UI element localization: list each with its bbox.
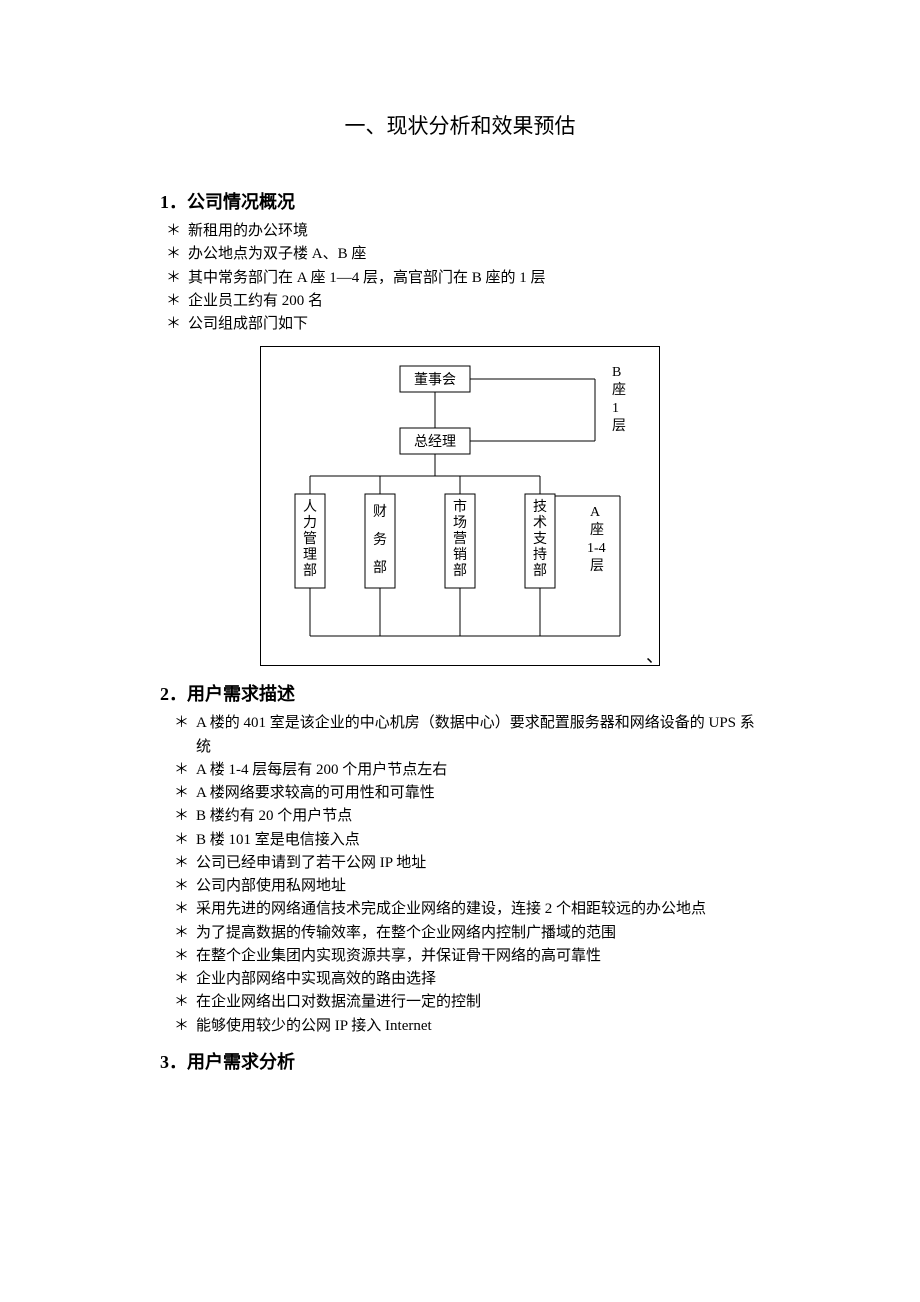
bullet-marker: ＊: [174, 805, 196, 828]
list-item: ＊企业内部网络中实现高效的路由选择: [174, 968, 760, 991]
svg-text:持: 持: [533, 547, 547, 563]
section-1-bullets: ＊新租用的办公环境 ＊办公地点为双子楼 A、B 座 ＊其中常务部门在 A 座 1…: [166, 220, 760, 336]
bullet-marker: ＊: [166, 220, 188, 243]
svg-text:座: 座: [612, 382, 626, 398]
svg-text:财: 财: [373, 504, 387, 520]
svg-text:1-4: 1-4: [587, 541, 606, 556]
list-item: ＊A 楼 1-4 层每层有 200 个用户节点左右: [174, 759, 760, 782]
bullet-marker: ＊: [174, 898, 196, 921]
svg-text:人: 人: [303, 499, 317, 515]
section-2-heading: 2．用户需求描述: [160, 680, 760, 706]
svg-text:A: A: [590, 505, 601, 520]
list-item: ＊为了提高数据的传输效率，在整个企业网络内控制广播域的范围: [174, 922, 760, 945]
list-item: ＊采用先进的网络通信技术完成企业网络的建设，连接 2 个相距较远的办公地点: [174, 898, 760, 921]
svg-text:销: 销: [453, 547, 467, 563]
section-2-bullets: ＊A 楼的 401 室是该企业的中心机房（数据中心）要求配置服务器和网络设备的 …: [174, 712, 760, 1038]
section-3-heading: 3．用户需求分析: [160, 1048, 760, 1074]
svg-text:管: 管: [303, 531, 317, 547]
bullet-marker: ＊: [166, 290, 188, 313]
bullet-marker: ＊: [174, 1015, 196, 1038]
bullet-marker: ＊: [174, 991, 196, 1014]
bullet-marker: ＊: [166, 243, 188, 266]
bullet-marker: ＊: [166, 267, 188, 290]
mark-tick: 、: [646, 642, 664, 668]
bullet-marker: ＊: [174, 968, 196, 991]
list-item: ＊B 楼 101 室是电信接入点: [174, 829, 760, 852]
svg-text:层: 层: [612, 419, 626, 434]
list-item: ＊能够使用较少的公网 IP 接入 Internet: [174, 1015, 760, 1038]
bullet-marker: ＊: [174, 922, 196, 945]
section-1-heading: 1．公司情况概况: [160, 188, 760, 214]
svg-text:场: 场: [453, 515, 467, 531]
list-item: ＊B 楼约有 20 个用户节点: [174, 805, 760, 828]
list-item: ＊公司已经申请到了若干公网 IP 地址: [174, 852, 760, 875]
list-item: ＊A 楼的 401 室是该企业的中心机房（数据中心）要求配置服务器和网络设备的 …: [174, 712, 760, 759]
svg-text:力: 力: [303, 515, 317, 531]
bullet-marker: ＊: [174, 829, 196, 852]
list-item: ＊在整个企业集团内实现资源共享，并保证骨干网络的高可靠性: [174, 945, 760, 968]
bullet-marker: ＊: [174, 759, 196, 782]
svg-text:层: 层: [590, 559, 604, 574]
svg-text:部: 部: [453, 563, 467, 579]
svg-text:市: 市: [453, 498, 467, 515]
bullet-marker: ＊: [174, 712, 196, 759]
bullet-marker: ＊: [166, 313, 188, 336]
svg-text:部: 部: [373, 560, 387, 576]
svg-text:技: 技: [533, 499, 547, 515]
diagram-label-b: B: [612, 365, 621, 380]
svg-text:营: 营: [453, 531, 467, 547]
svg-text:支: 支: [533, 531, 547, 547]
list-item: ＊企业员工约有 200 名: [166, 290, 760, 313]
list-item: ＊办公地点为双子楼 A、B 座: [166, 243, 760, 266]
list-item: ＊公司内部使用私网地址: [174, 875, 760, 898]
diagram-node-manager: 总经理: [414, 434, 456, 450]
svg-text:部: 部: [533, 563, 547, 579]
diagram-node-board: 董事会: [414, 372, 456, 388]
bullet-marker: ＊: [174, 852, 196, 875]
list-item: ＊其中常务部门在 A 座 1—4 层，高官部门在 B 座的 1 层: [166, 267, 760, 290]
document-page: 一、现状分析和效果预估 1．公司情况概况 ＊新租用的办公环境 ＊办公地点为双子楼…: [0, 0, 920, 1140]
org-diagram: 董事会 总经理 B 座 1 层: [160, 346, 760, 666]
bullet-marker: ＊: [174, 945, 196, 968]
list-item: ＊新租用的办公环境: [166, 220, 760, 243]
svg-text:务: 务: [373, 532, 387, 548]
list-item: ＊A 楼网络要求较高的可用性和可靠性: [174, 782, 760, 805]
svg-text:1: 1: [612, 401, 619, 416]
svg-text:术: 术: [533, 515, 547, 531]
bullet-marker: ＊: [174, 875, 196, 898]
page-title: 一、现状分析和效果预估: [160, 110, 760, 140]
svg-text:部: 部: [303, 563, 317, 579]
list-item: ＊公司组成部门如下: [166, 313, 760, 336]
svg-text:座: 座: [590, 522, 604, 538]
svg-text:理: 理: [303, 548, 317, 563]
bullet-marker: ＊: [174, 782, 196, 805]
list-item: ＊在企业网络出口对数据流量进行一定的控制: [174, 991, 760, 1014]
